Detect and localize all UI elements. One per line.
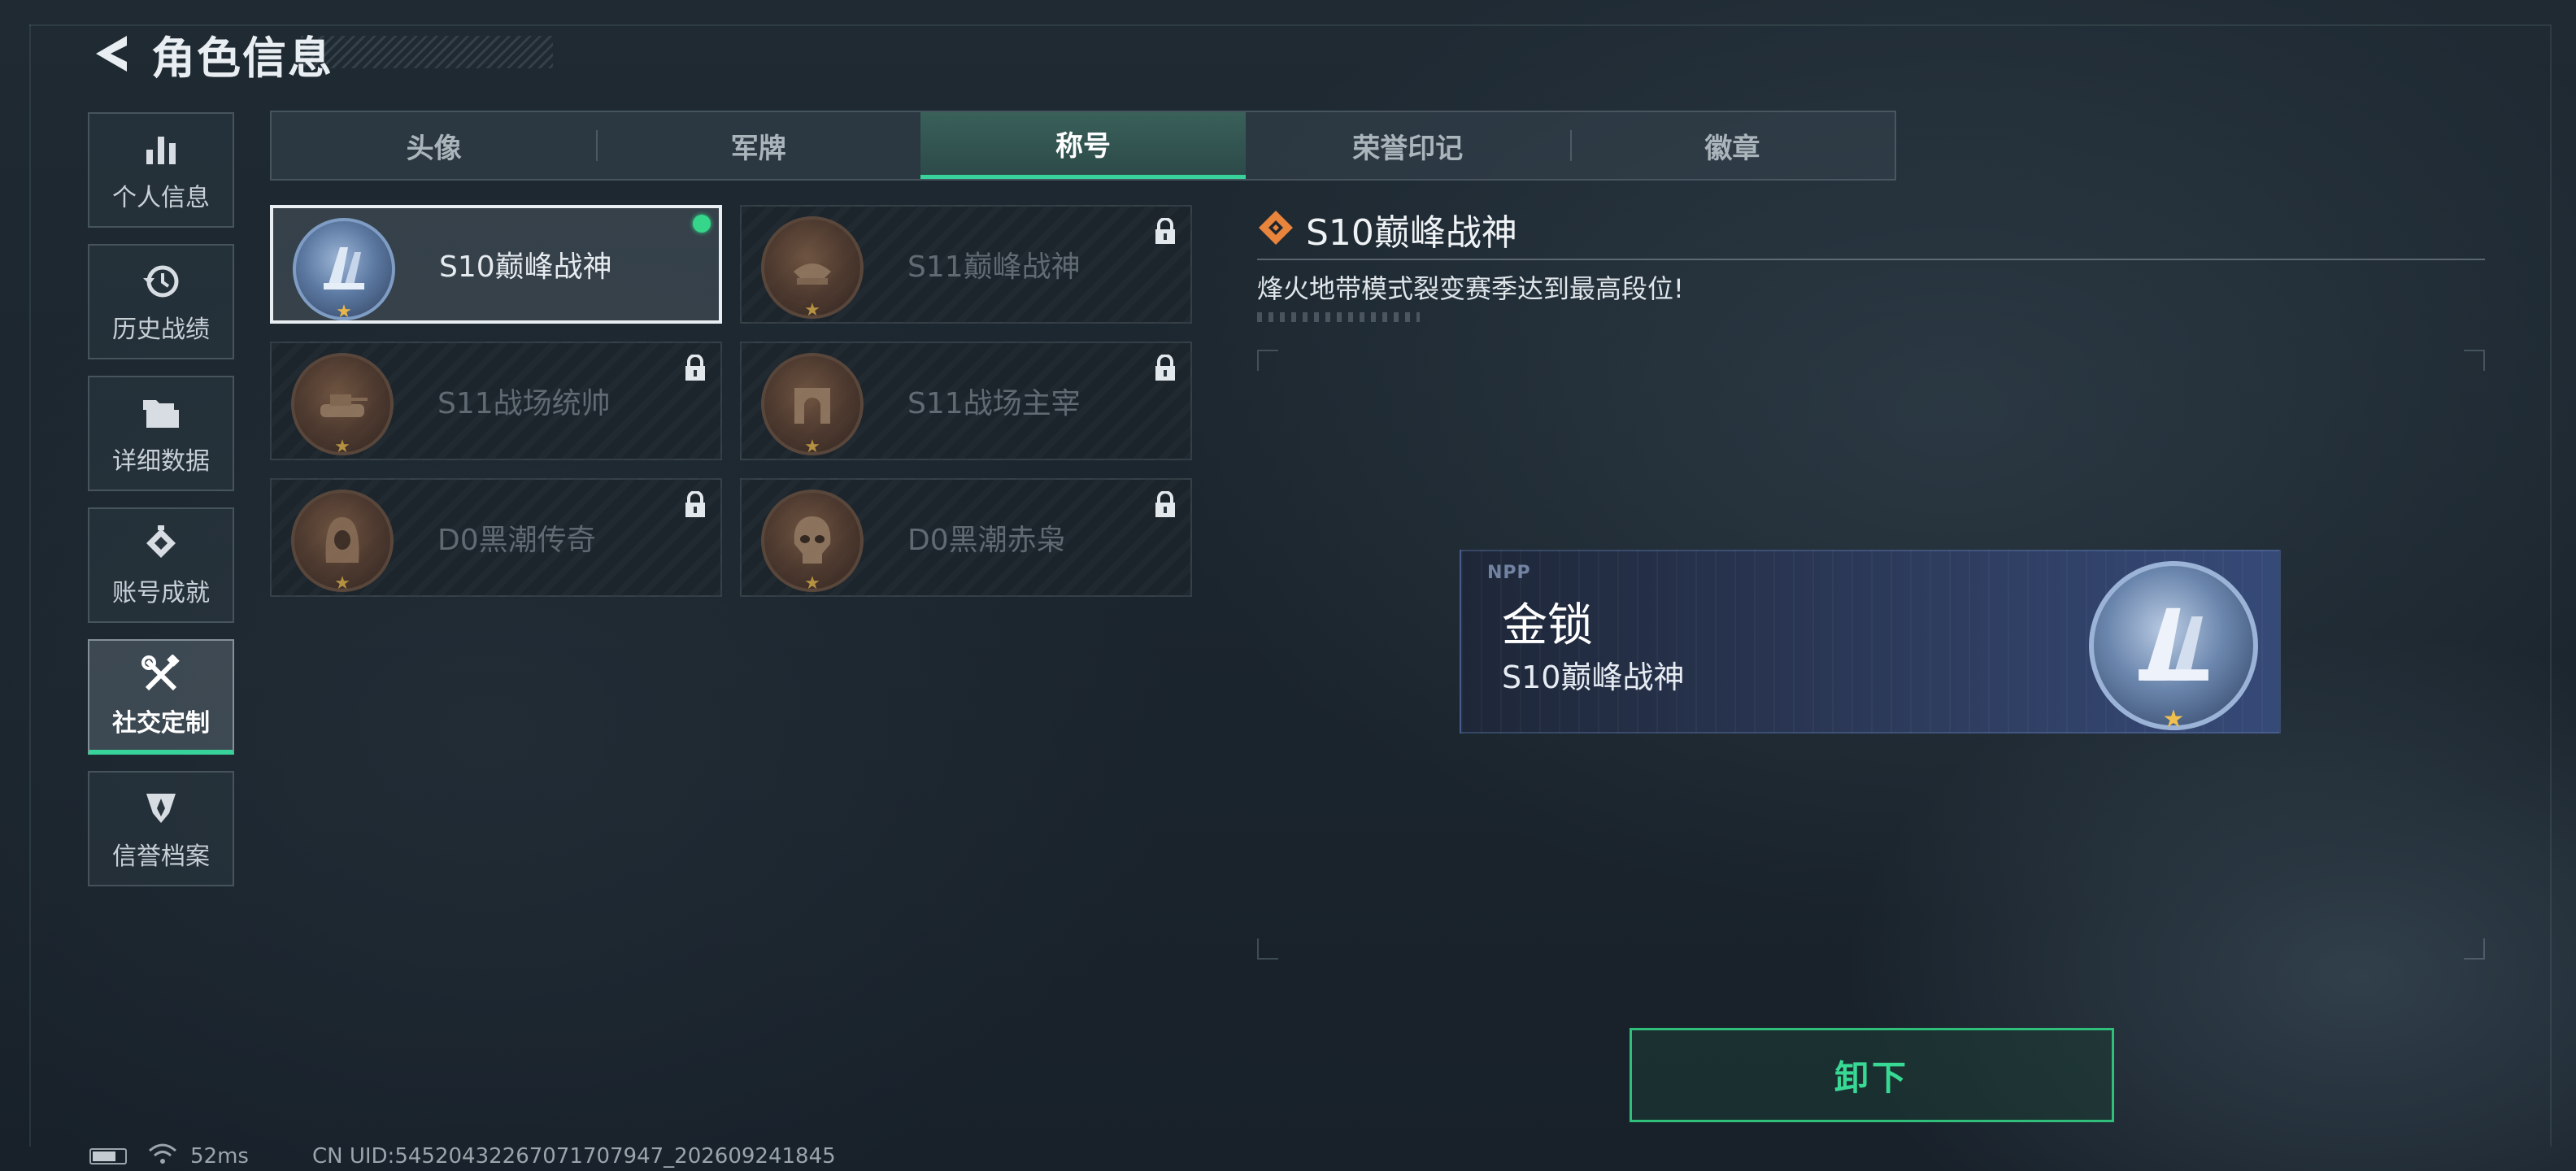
lock-icon [683, 490, 707, 522]
tab-title[interactable]: 称号 [920, 112, 1246, 179]
achievement-icon [141, 522, 181, 568]
title-hatch-decoration [301, 36, 553, 68]
page-title: 角色信息 [151, 32, 333, 84]
peak-god-medal-icon: ★ [293, 218, 395, 322]
wifi-icon [148, 1143, 177, 1171]
sidebar-item-social-custom[interactable]: 社交定制 [88, 639, 234, 755]
star-icon: ★ [2162, 705, 2185, 734]
sidebar-item-detail-data[interactable]: 详细数据 [88, 376, 234, 491]
banner-subtitle: S10巅峰战神 [1502, 660, 1685, 695]
title-card[interactable]: ★ S11战场统帅 [270, 342, 722, 460]
unequip-button[interactable]: 卸下 [1630, 1028, 2114, 1122]
peak-god-bronze-medal-icon: ★ [761, 216, 864, 320]
detail-title-name: S10巅峰战神 [1306, 212, 1517, 254]
star-icon: ★ [804, 573, 820, 594]
peak-god-medal-icon: ★ [2089, 561, 2258, 732]
frame-line-left [29, 24, 31, 1147]
reputation-icon [141, 786, 181, 831]
sidebar-item-reputation[interactable]: 信誉档案 [88, 771, 234, 886]
ping-value: 52ms [190, 1144, 249, 1169]
page-header: 角色信息 [89, 21, 333, 86]
title-name: S11战场统帅 [437, 387, 611, 420]
tools-icon [141, 652, 181, 698]
title-card[interactable]: ★ D0黑潮赤枭 [740, 478, 1192, 597]
tab-avatar[interactable]: 头像 [272, 112, 596, 179]
title-card[interactable]: ★ S10巅峰战神 [270, 205, 722, 324]
sidebar-item-label: 账号成就 [112, 579, 210, 607]
title-card[interactable]: ★ S11战场主宰 [740, 342, 1192, 460]
sidebar: 个人信息 历史战绩 详细数据 账号成就 社交定制 信誉档案 [88, 112, 237, 903]
banner-title: 金锁 [1502, 599, 1593, 652]
uid-text: CN UID:545204322670717079​47_20260924184… [311, 1144, 836, 1169]
title-name: S10巅峰战神 [439, 250, 612, 284]
status-bar: 52ms CN UID:545204322670717079​47_202609… [89, 1142, 836, 1171]
lock-icon [1153, 354, 1177, 385]
star-icon: ★ [804, 300, 820, 320]
lock-icon [1153, 217, 1177, 249]
sidebar-item-history[interactable]: 历史战绩 [88, 244, 234, 359]
title-name: D0黑潮传奇 [437, 524, 596, 557]
divider [1257, 259, 2485, 260]
diamond-icon [1257, 209, 1295, 250]
sidebar-item-personal-info[interactable]: 个人信息 [88, 112, 234, 228]
history-clock-icon [141, 259, 181, 304]
sidebar-item-label: 个人信息 [112, 184, 210, 212]
bar-chart-icon [143, 127, 179, 172]
detail-header: S10巅峰战神 [1257, 203, 1517, 255]
tank-medal-icon: ★ [291, 353, 394, 457]
back-arrow-icon[interactable] [89, 31, 135, 76]
star-icon: ★ [804, 437, 820, 457]
star-icon: ★ [334, 573, 350, 594]
title-card[interactable]: ★ D0黑潮传奇 [270, 478, 722, 597]
lock-icon [1153, 490, 1177, 522]
category-tabs: 头像 军牌 称号 荣誉印记 徽章 [270, 111, 1896, 181]
title-banner-preview: NPP 金锁 S10巅峰战神 ★ [1460, 550, 2281, 734]
folder-icon [141, 390, 181, 436]
title-name: S11巅峰战神 [907, 250, 1081, 284]
arch-medal-icon: ★ [761, 353, 864, 457]
title-card[interactable]: ★ S11巅峰战神 [740, 205, 1192, 324]
lock-icon [683, 354, 707, 385]
tab-badge[interactable]: 徽章 [1569, 112, 1895, 179]
star-icon: ★ [334, 437, 350, 457]
title-name: D0黑潮赤枭 [907, 524, 1066, 557]
sidebar-item-label: 社交定制 [112, 709, 210, 738]
sidebar-item-label: 历史战绩 [112, 316, 210, 344]
frame-line-right [2550, 24, 2552, 1147]
frame-line-top [29, 24, 2550, 26]
equipped-indicator [693, 215, 711, 233]
banner-logo: NPP [1487, 563, 1531, 583]
tab-dog-tag[interactable]: 军牌 [596, 112, 920, 179]
star-icon: ★ [336, 302, 352, 322]
battery-icon [89, 1148, 127, 1164]
title-name: S11战场主宰 [907, 387, 1081, 420]
sidebar-item-label: 详细数据 [112, 447, 210, 476]
sidebar-item-achievements[interactable]: 账号成就 [88, 507, 234, 623]
tab-honor-mark[interactable]: 荣誉印记 [1246, 112, 1570, 179]
skull-medal-icon: ★ [761, 490, 864, 594]
sidebar-item-label: 信誉档案 [112, 842, 210, 871]
detail-description: 烽火地带模式裂变赛季达到最高段位! [1257, 273, 1684, 304]
decorative-strip [1257, 312, 1420, 322]
hooded-legend-medal-icon: ★ [291, 490, 394, 594]
